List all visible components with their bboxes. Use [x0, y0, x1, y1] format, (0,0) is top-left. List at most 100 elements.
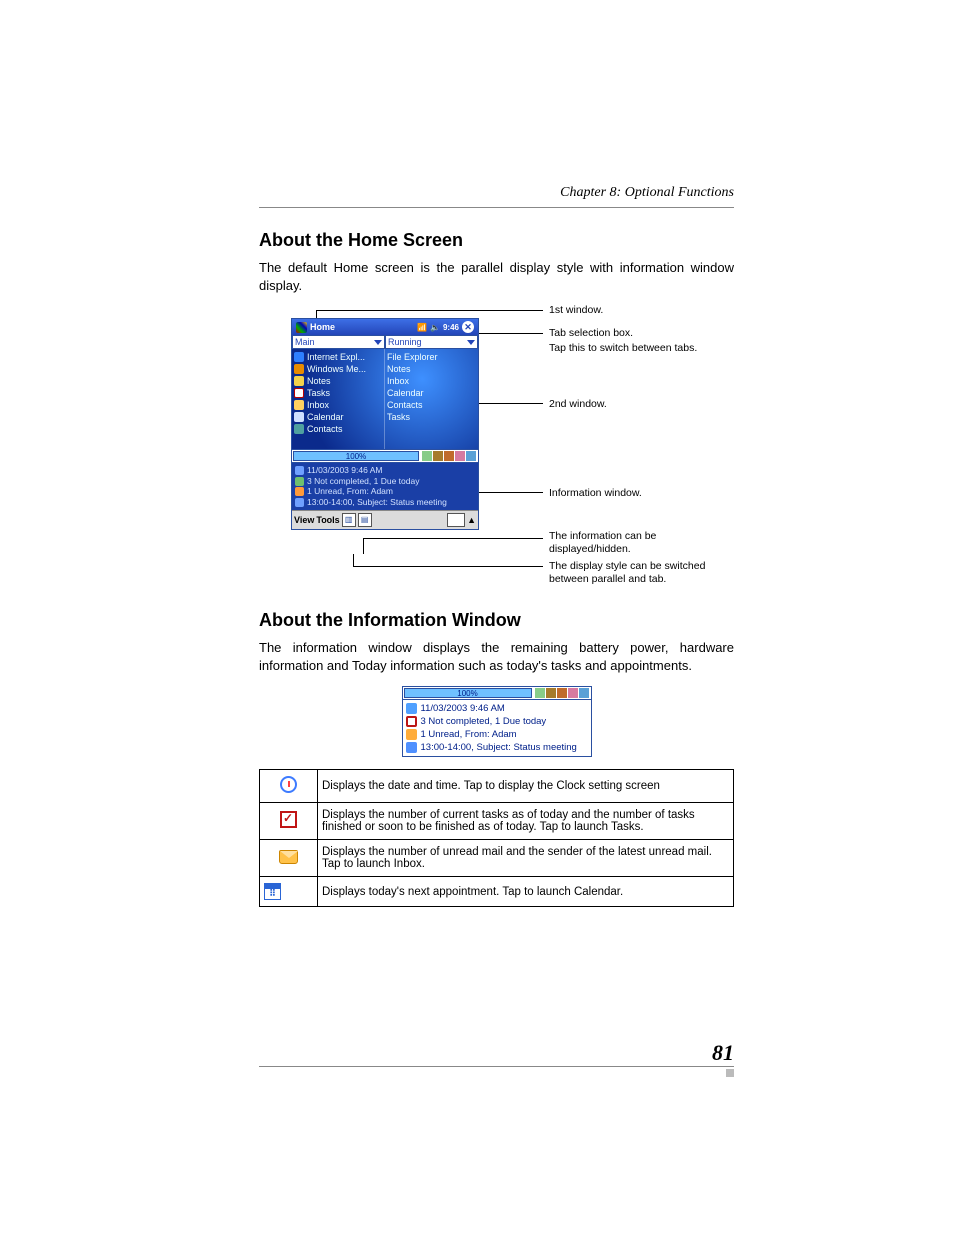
second-window: File Explorer NotesInboxCalendar Contacts T… [385, 349, 478, 449]
mail-icon [279, 850, 298, 864]
running-label: Contacts [387, 400, 423, 410]
callout-1st-window: 1st window. [549, 304, 603, 317]
header-rule [259, 207, 734, 208]
app-item[interactable]: Calendar [294, 411, 382, 423]
callout-tab-box: Tab selection box. [549, 327, 633, 340]
hw-icon-1 [422, 451, 432, 461]
running-item[interactable]: Contacts [387, 399, 476, 411]
app-item[interactable]: Internet Expl... [294, 351, 382, 363]
desc-cell: Displays the number of current tasks as … [318, 803, 734, 840]
app-item[interactable]: Notes [294, 375, 382, 387]
up-arrow-icon[interactable]: ▲ [467, 515, 476, 525]
callout-info-toggle: The information can be displayed/hidden. [549, 530, 719, 556]
device-title: Home [310, 322, 414, 332]
running-label: Notes [387, 364, 411, 374]
task-icon [280, 811, 297, 828]
hw-icon-4 [568, 688, 578, 698]
app-icon [294, 364, 304, 374]
clock-icon [280, 776, 297, 793]
app-icon [294, 400, 304, 410]
page-footer: 81 [259, 1040, 734, 1077]
desc-cell: Displays the number of unread mail and t… [318, 840, 734, 877]
icon-cell: ⠿ [260, 877, 318, 907]
mail-icon [295, 487, 304, 496]
style-toggle-tab[interactable]: ▤ [358, 513, 372, 527]
tab-running[interactable]: Running [385, 335, 478, 349]
icon-cell [260, 803, 318, 840]
chevron-down-icon [374, 340, 382, 345]
battery-percent: 100% [294, 452, 418, 461]
running-label: Calendar [387, 388, 424, 398]
info-window-figure: 100% 11/03/2003 9:46 AM 3 Not completed,… [402, 686, 592, 757]
info-tasks: 3 Not completed, 1 Due today [307, 476, 419, 487]
running-item[interactable]: Calendar [387, 387, 476, 399]
hw-icon-2 [546, 688, 556, 698]
information-window[interactable]: 11/03/2003 9:46 AM 3 Not completed, 1 Du… [292, 463, 478, 510]
info2-mail: 1 Unread, From: Adam [421, 729, 517, 740]
app-item[interactable]: Contacts [294, 423, 382, 435]
info-fig-battery: 100% [405, 689, 531, 698]
callout-style-toggle: The display style can be switched betwee… [549, 560, 719, 586]
callout-tab-hint: Tap this to switch between tabs. [549, 342, 697, 355]
hw-icon-5 [466, 451, 476, 461]
mail-icon [406, 729, 417, 740]
home-screen-figure: 1st window. Tab selection box. Tap this … [291, 306, 766, 596]
device-titlebar[interactable]: Home 📶 🔈 9:46 ✕ [292, 319, 478, 335]
app-label: Internet Expl... [307, 352, 365, 362]
running-item[interactable]: Notes [387, 363, 476, 375]
speaker-icon: 🔈 [430, 323, 440, 332]
section-1-body: The default Home screen is the parallel … [259, 259, 734, 294]
info2-cal: 13:00-14:00, Subject: Status meeting [421, 742, 577, 753]
task-icon [406, 716, 417, 727]
app-label: Contacts [307, 424, 343, 434]
hw-icon-5 [579, 688, 589, 698]
icon-cell [260, 840, 318, 877]
hw-icon-3 [557, 688, 567, 698]
tab-main[interactable]: Main [292, 335, 385, 349]
icon-description-table: Displays the date and time. Tap to displ… [259, 769, 734, 907]
callout-2nd-window: 2nd window. [549, 398, 607, 411]
running-item[interactable]: Tasks [387, 411, 476, 423]
time-label: 9:46 [443, 323, 459, 332]
app-item[interactable]: Inbox [294, 399, 382, 411]
app-icon [294, 352, 304, 362]
desc-cell: Displays today's next appointment. Tap t… [318, 877, 734, 907]
info-mail: 1 Unread, From: Adam [307, 486, 393, 497]
battery-status-bar[interactable]: 100% [292, 449, 478, 463]
calendar-icon [295, 498, 304, 507]
keyboard-icon[interactable] [447, 513, 465, 527]
app-label: Calendar [307, 412, 344, 422]
running-label: File Explorer [387, 352, 438, 362]
app-item[interactable]: Windows Me... [294, 363, 382, 375]
running-item[interactable]: Inbox [387, 375, 476, 387]
running-item[interactable]: File Explorer [387, 351, 476, 363]
info2-datetime: 11/03/2003 9:46 AM [421, 703, 505, 714]
hw-icon-1 [535, 688, 545, 698]
page-number: 81 [259, 1040, 734, 1066]
tools-menu[interactable]: Tools [316, 515, 339, 525]
app-label: Tasks [307, 388, 330, 398]
battery-gauge: 100% [293, 451, 419, 461]
app-item[interactable]: Tasks [294, 387, 382, 399]
view-menu[interactable]: View [294, 515, 314, 525]
clock-icon [406, 703, 417, 714]
calendar-icon [406, 742, 417, 753]
tab-main-label: Main [295, 337, 315, 347]
clock-icon [295, 466, 304, 475]
chevron-down-icon [467, 340, 475, 345]
app-icon [294, 376, 304, 386]
hw-icon-3 [444, 451, 454, 461]
close-icon[interactable]: ✕ [462, 321, 474, 333]
section-2-body: The information window displays the rema… [259, 639, 734, 674]
start-flag-icon[interactable] [296, 322, 307, 333]
info2-tasks: 3 Not completed, 1 Due today [421, 716, 547, 727]
table-row: Displays the date and time. Tap to displ… [260, 770, 734, 803]
desc-cell: Displays the date and time. Tap to displ… [318, 770, 734, 803]
footer-marker [726, 1069, 734, 1077]
running-label: Tasks [387, 412, 410, 422]
table-row: ⠿ Displays today's next appointment. Tap … [260, 877, 734, 907]
section-2-title: About the Information Window [259, 610, 734, 631]
style-toggle-parallel[interactable]: ▥ [342, 513, 356, 527]
app-label: Inbox [307, 400, 329, 410]
calendar-icon: ⠿ [264, 883, 281, 900]
